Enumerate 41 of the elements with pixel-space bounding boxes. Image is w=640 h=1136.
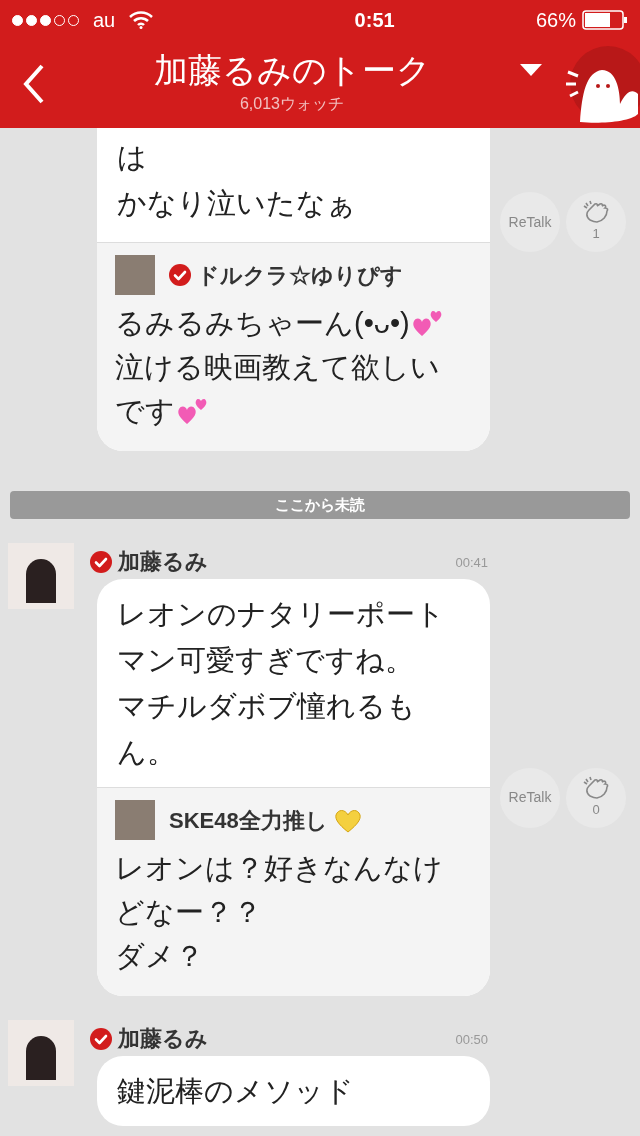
header-title: 加藤るみのトーク (153, 50, 431, 91)
dropdown-caret-icon[interactable] (520, 64, 542, 76)
avatar-photo-placeholder (115, 255, 155, 295)
message-time: 00:50 (455, 1031, 488, 1049)
wifi-icon (129, 11, 154, 29)
watch-count: 6,013ウォッチ (239, 94, 344, 114)
battery-percent: 66% (535, 8, 576, 33)
clapping-hands-icon (581, 200, 611, 225)
reply-text: です (115, 394, 175, 429)
message-text: レオンのナタリーポート (117, 597, 446, 632)
message-text: かなり泣いたなぁ (117, 186, 357, 221)
message-time: 00:41 (455, 554, 488, 572)
author-name: 加藤るみ (118, 1025, 208, 1053)
reply-text: るみるみちゃーん(•ᴗ•) (115, 306, 410, 341)
battery-icon (582, 10, 628, 30)
clap-count: 0 (592, 800, 600, 819)
reply-author-name: SKE48全力推し (169, 806, 328, 835)
reply-text: レオンは？好きなんなけ (115, 851, 443, 886)
heart-icon (333, 807, 362, 833)
back-icon (22, 62, 46, 106)
clap-count: 1 (592, 225, 600, 244)
reply-author-name: ドルクラ☆ゆりぴす (197, 261, 403, 290)
status-time: 0:51 (354, 8, 395, 33)
clap-button[interactable]: 1 (566, 192, 626, 252)
clap-button[interactable]: 0 (566, 767, 626, 828)
reply-text: 泣ける映画教えて欲しい (115, 350, 440, 385)
message-text: マン可愛すぎですね。 (117, 643, 415, 678)
carrier-name: au (93, 8, 116, 33)
message-text: は (117, 140, 148, 175)
reply-text: ダメ？ (115, 939, 204, 974)
avatar-photo-placeholder (8, 543, 74, 609)
clapping-hands-icon (581, 775, 611, 800)
retalk-button[interactable]: ReTalk (500, 192, 560, 252)
retalk-button[interactable]: ReTalk (500, 767, 560, 828)
avatar-photo-placeholder (115, 800, 155, 840)
message-text: 鍵泥棒のメソッド (117, 1074, 355, 1109)
message-text: ん。 (117, 735, 177, 770)
message-text: マチルダボブ憧れるも (117, 689, 417, 724)
reply-text: どなー？？ (115, 895, 262, 930)
avatar-photo-placeholder (8, 1020, 74, 1086)
author-name: 加藤るみ (118, 548, 208, 576)
